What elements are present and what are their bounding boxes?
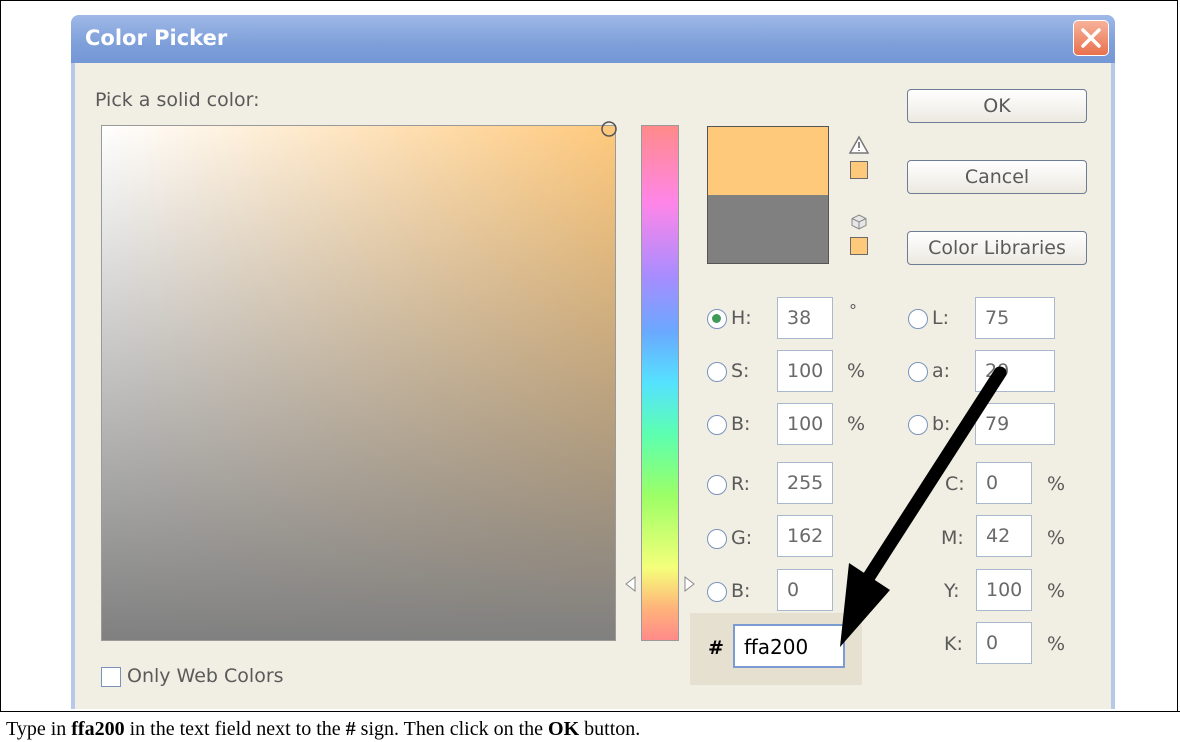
caption-hex-value: ffa200 bbox=[71, 718, 125, 740]
close-icon bbox=[1081, 28, 1101, 48]
caption-ok: OK bbox=[548, 718, 580, 740]
instruction-caption: Type in ffa200 in the text field next to… bbox=[6, 718, 640, 741]
caption-text-1: Type in bbox=[6, 718, 72, 740]
caption-row: Type in ffa200 in the text field next to… bbox=[0, 711, 1180, 742]
title-bar[interactable]: Color Picker bbox=[71, 15, 1115, 63]
caption-hash-sign: # bbox=[345, 718, 356, 740]
caption-text-4: button. bbox=[579, 718, 641, 740]
close-button[interactable] bbox=[1073, 20, 1109, 56]
caption-text-3: sign. Then click on the bbox=[355, 718, 549, 740]
color-picker-dialog: Color Picker Pick a solid color: OK Canc… bbox=[71, 15, 1115, 709]
caption-text-2: in the text field next to the bbox=[124, 718, 346, 740]
dialog-body: Pick a solid color: OK Cancel Color Libr… bbox=[75, 63, 1111, 709]
dialog-title: Color Picker bbox=[85, 26, 228, 50]
annotation-arrow bbox=[840, 366, 1007, 647]
